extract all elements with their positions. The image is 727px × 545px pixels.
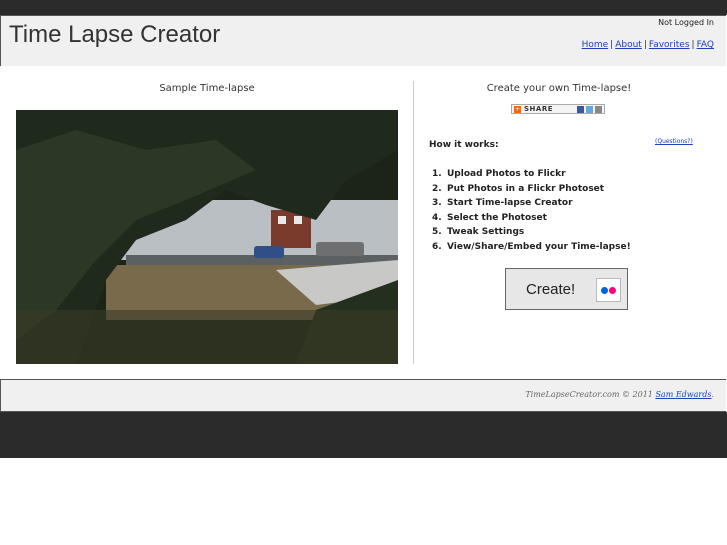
top-nav: Home | About | Favorites | FAQ — [582, 40, 714, 50]
steps-list: 1. Upload Photos to Flickr 2. Put Photos i… — [432, 167, 631, 254]
column-divider — [413, 81, 414, 364]
create-button[interactable]: Create! — [505, 268, 628, 310]
nav-separator: | — [610, 40, 614, 50]
how-it-works-heading: How it works: — [429, 140, 499, 150]
nav-separator: | — [691, 40, 695, 50]
top-bar — [0, 0, 727, 15]
footer-copyright: TimeLapseCreator.com © 2011 Sam Edwards. — [525, 390, 714, 399]
site-title: Time Lapse Creator — [9, 21, 221, 48]
share-plus-icon: + — [514, 105, 521, 113]
email-icon — [595, 105, 602, 113]
list-item: 2. Put Photos in a Flickr Photoset — [432, 183, 605, 194]
nav-home-link[interactable]: Home — [582, 40, 609, 50]
questions-link[interactable]: (Questions?) — [655, 138, 693, 145]
sample-time-lapse-image[interactable] — [16, 110, 398, 364]
flickr-icon — [596, 278, 621, 302]
site-footer: TimeLapseCreator.com © 2011 Sam Edwards. — [0, 379, 726, 412]
share-service-icons — [577, 105, 602, 113]
create-heading: Create your own Time-lapse! — [486, 83, 632, 94]
share-button[interactable]: + SHARE — [511, 104, 605, 114]
list-item: 5. Tweak Settings — [432, 227, 525, 237]
create-label: Create! — [526, 281, 576, 298]
nav-about-link[interactable]: About — [615, 40, 642, 50]
twitter-icon — [586, 105, 593, 113]
list-item: 4. Select the Photoset — [432, 212, 547, 223]
list-item: 6. View/Share/Embed your Time-lapse! — [432, 241, 631, 252]
sample-photo-graphic — [16, 110, 398, 364]
flickr-pink-dot — [609, 286, 616, 294]
flickr-blue-dot — [601, 286, 608, 294]
login-status: Not Logged In — [658, 18, 714, 27]
bottom-bar — [0, 412, 727, 458]
main-content: Sample Time-lapse Create your own Time-l… — [0, 66, 727, 379]
sample-title: Sample Time-lapse — [159, 83, 255, 94]
list-item: 1. Upload Photos to Flickr — [432, 169, 566, 179]
nav-favorites-link[interactable]: Favorites — [649, 40, 690, 50]
facebook-icon — [577, 105, 584, 113]
nav-faq-link[interactable]: FAQ — [697, 40, 714, 50]
share-label: SHARE — [524, 105, 553, 113]
list-item: 3. Start Time-lapse Creator — [432, 198, 573, 208]
nav-separator: | — [643, 40, 647, 50]
site-header: Time Lapse Creator Not Logged In Home | Ab… — [0, 15, 726, 67]
author-link[interactable]: Sam Edwards — [655, 390, 711, 399]
